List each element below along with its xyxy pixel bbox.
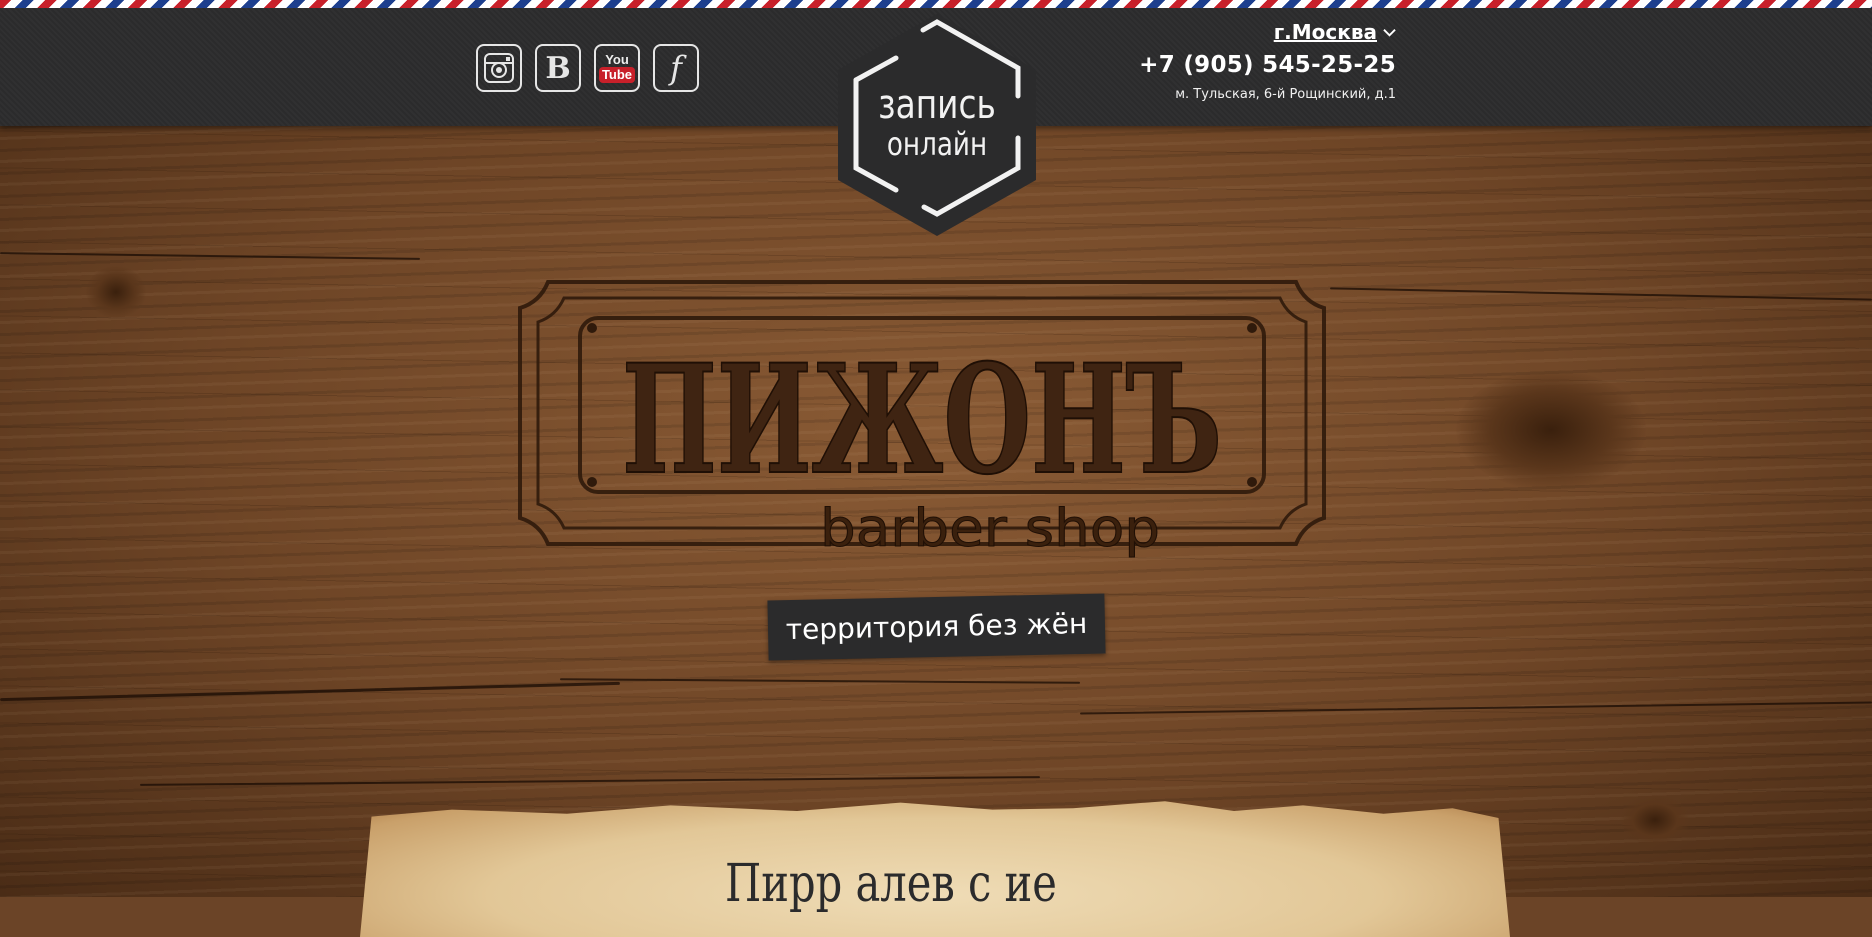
address: м. Тульская, 6-й Рощинский, д.1 [1175,87,1396,102]
youtube-you-label: You [605,52,629,67]
social-links: B You Tube f [476,44,699,94]
paper-heading: Пирр алев с ие [725,854,1057,914]
brand-logo: ПИЖОНЪ barber shop [518,280,1326,560]
booking-label-line1: запись [878,82,996,128]
youtube-icon[interactable]: You Tube [594,44,640,92]
brand-name: ПИЖОНЪ [622,332,1222,508]
wood-knot [1620,795,1690,845]
phone-number[interactable]: +7 (905) 545-25-25 [1139,52,1396,78]
wood-knot [86,266,146,318]
vk-icon[interactable]: B [535,44,581,92]
tagline-badge: территория без жён [767,593,1106,661]
instagram-icon[interactable] [476,44,522,92]
brand-subtitle: barber shop [820,499,1160,559]
facebook-icon[interactable]: f [653,44,699,92]
booking-label: запись онлайн [854,84,1020,162]
chevron-down-icon [1383,28,1396,37]
booking-label-line2: онлайн [886,125,988,163]
contact-block: г.Москва +7 (905) 545-25-25 м. Тульская,… [1139,20,1396,102]
city-selector[interactable]: г.Москва [1274,20,1396,44]
wood-knot [1456,370,1646,490]
barber-stripe [0,0,1872,8]
city-label: г.Москва [1273,20,1377,44]
online-booking-button[interactable]: запись онлайн [836,12,1038,238]
youtube-tube-label: Tube [598,67,636,83]
